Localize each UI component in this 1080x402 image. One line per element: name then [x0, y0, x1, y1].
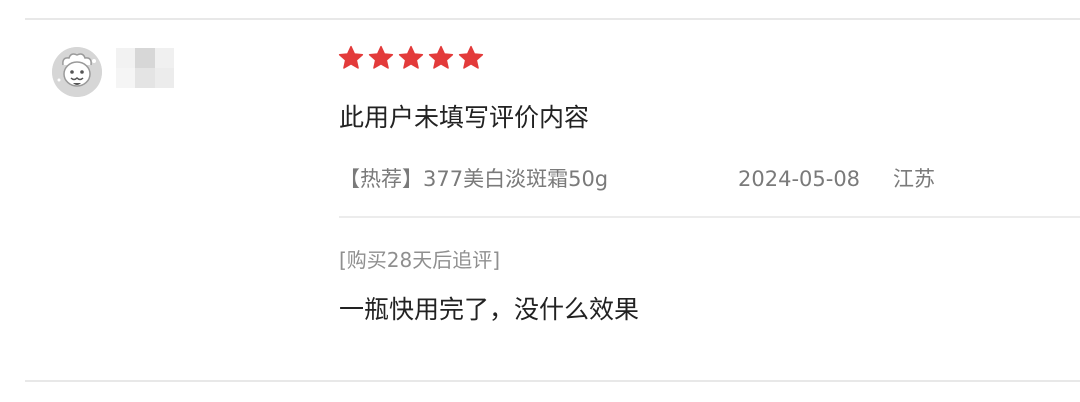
review-page: 此用户未填写评价内容 【热荐】377美白淡斑霜50g 2024-05-08 江苏…	[0, 0, 1080, 402]
review-content: 此用户未填写评价内容	[339, 103, 590, 132]
followup-divider	[339, 216, 1080, 218]
review-date: 2024-05-08	[738, 167, 861, 191]
followup-content: 一瓶快用完了，没什么效果	[339, 295, 640, 324]
review-location: 江苏	[893, 167, 935, 191]
star-icon	[338, 45, 364, 69]
username-obscured	[116, 48, 174, 88]
star-icon	[458, 45, 484, 69]
cartoon-avatar-icon	[52, 47, 102, 97]
avatar[interactable]	[52, 47, 102, 97]
rating-stars	[337, 44, 485, 72]
star-icon	[398, 45, 424, 69]
star-icon	[368, 45, 394, 69]
bottom-divider	[25, 380, 1080, 382]
star-icon	[428, 45, 454, 69]
product-variant: 【热荐】377美白淡斑霜50g	[339, 167, 609, 191]
top-divider	[25, 18, 1080, 20]
followup-label: [购买28天后追评]	[339, 248, 501, 272]
